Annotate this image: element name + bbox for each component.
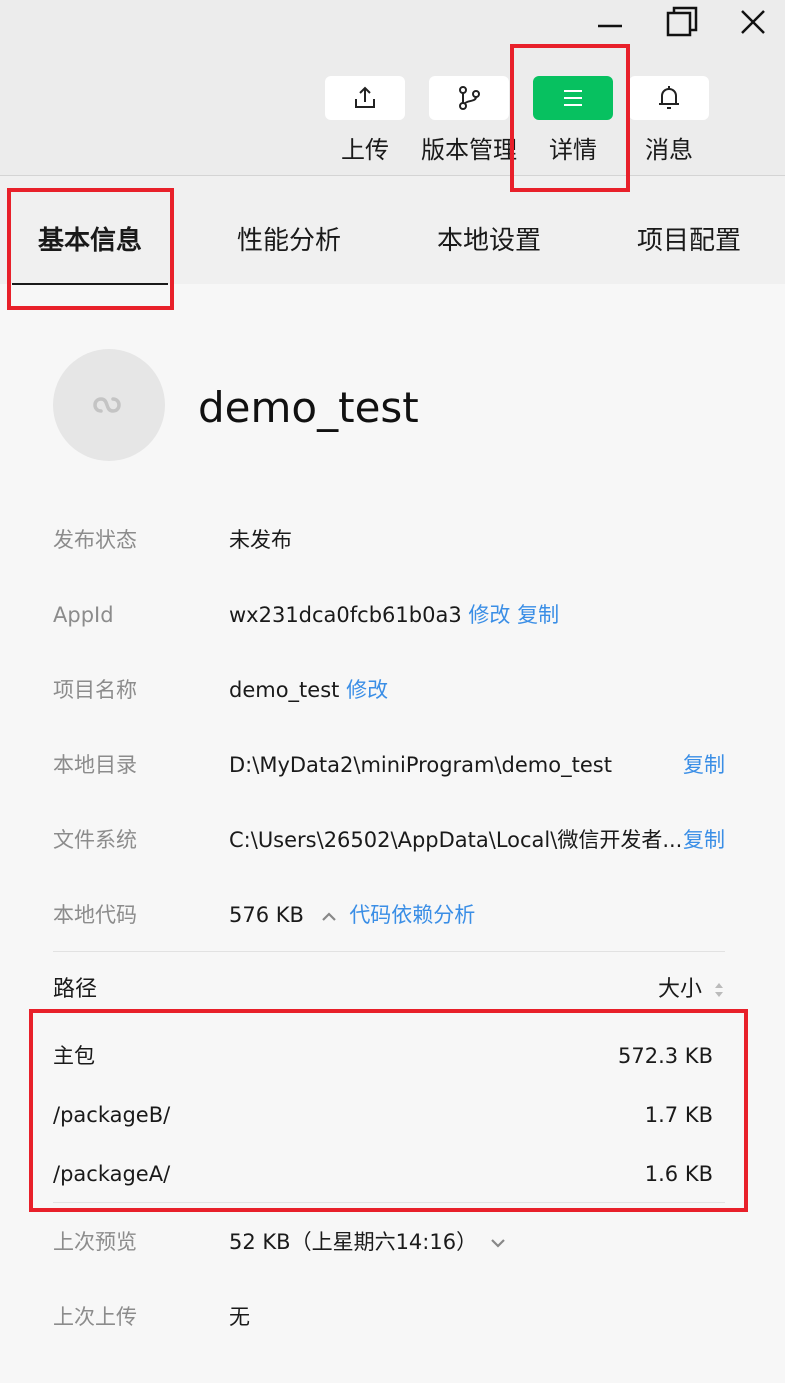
version-button[interactable]: [429, 76, 509, 120]
local-code-key: 本地代码: [53, 903, 137, 927]
appid-row: AppId wx231dca0fcb61b0a3 修改 复制: [53, 595, 725, 635]
package-size: 572.3 KB: [618, 1044, 713, 1068]
close-icon: [741, 10, 765, 34]
messages-label: 消息: [645, 136, 693, 164]
appid-edit-link[interactable]: 修改: [468, 603, 510, 627]
table-row: 主包 572.3 KB: [53, 1036, 713, 1076]
status-row: 发布状态 未发布: [53, 520, 725, 560]
size-column-header[interactable]: 大小: [658, 970, 725, 1010]
details-tool[interactable]: 详情: [533, 76, 613, 164]
package-path: /packageA/: [53, 1162, 171, 1186]
local-dir-key: 本地目录: [53, 753, 137, 777]
filesystem-key: 文件系统: [53, 828, 137, 852]
last-upload-value: 无: [229, 1305, 250, 1329]
close-button[interactable]: [731, 2, 775, 42]
detail-tabs: 基本信息 性能分析 本地设置 项目配置: [0, 176, 785, 284]
tab-basic-info[interactable]: 基本信息: [38, 220, 142, 257]
local-code-row: 本地代码 576 KB 代码依赖分析: [53, 895, 725, 935]
restore-button[interactable]: [660, 2, 704, 42]
project-name-edit-link[interactable]: 修改: [346, 678, 388, 702]
upload-button[interactable]: [325, 76, 405, 120]
project-name-value: demo_test: [229, 678, 340, 702]
tab-performance[interactable]: 性能分析: [237, 220, 341, 257]
package-path: /packageB/: [53, 1103, 171, 1127]
minimize-button[interactable]: [588, 2, 632, 42]
restore-icon: [666, 6, 698, 37]
filesystem-row: 文件系统 C:\Users\26502\AppData\Local\微信开发者.…: [53, 820, 725, 860]
upload-tool[interactable]: 上传: [325, 76, 405, 164]
filesystem-copy-link[interactable]: 复制: [683, 820, 725, 860]
appid-value: wx231dca0fcb61b0a3: [229, 603, 462, 627]
details-button[interactable]: [533, 76, 613, 120]
local-code-size: 576 KB: [229, 903, 304, 927]
appid-value-group: wx231dca0fcb61b0a3 修改 复制: [229, 595, 559, 635]
miniprogram-logo-icon: [93, 397, 121, 413]
code-dependency-analysis-link[interactable]: 代码依赖分析: [349, 903, 475, 927]
project-name-value-group: demo_test 修改: [229, 670, 388, 710]
last-preview-row: 上次预览 52 KB（上星期六14:16）: [53, 1222, 725, 1262]
avatar: [53, 349, 165, 461]
local-dir-copy-link[interactable]: 复制: [683, 745, 725, 785]
chevron-down-icon[interactable]: [490, 1237, 506, 1249]
branch-icon: [459, 86, 480, 110]
active-tab-indicator: [12, 283, 168, 285]
package-path: 主包: [53, 1044, 95, 1068]
project-name: demo_test: [198, 383, 419, 432]
project-name-row: 项目名称 demo_test 修改: [53, 670, 725, 710]
status-key: 发布状态: [53, 528, 137, 552]
package-size: 1.6 KB: [644, 1162, 713, 1186]
version-tool[interactable]: 版本管理: [421, 76, 517, 164]
chevron-up-icon[interactable]: [321, 910, 337, 922]
table-row: /packageA/ 1.6 KB: [53, 1154, 713, 1194]
divider: [53, 1202, 725, 1203]
filesystem-link[interactable]: C:\Users\26502\AppData\Local\微信开发者...: [229, 820, 682, 860]
upload-icon: [355, 86, 375, 108]
last-upload-key: 上次上传: [53, 1305, 137, 1329]
top-toolbar: 上传 版本管理 详情 消息: [0, 0, 785, 176]
appid-key: AppId: [53, 603, 114, 627]
last-preview-key: 上次预览: [53, 1230, 137, 1254]
path-column-header: 路径: [53, 977, 98, 1002]
tab-local-settings[interactable]: 本地设置: [437, 220, 541, 257]
local-dir-row: 本地目录 D:\MyData2\miniProgram\demo_test 复制: [53, 745, 725, 785]
status-value: 未发布: [229, 528, 292, 552]
bell-icon: [659, 86, 679, 109]
project-name-key: 项目名称: [53, 678, 137, 702]
local-dir-link[interactable]: D:\MyData2\miniProgram\demo_test: [229, 745, 612, 785]
last-upload-row: 上次上传 无: [53, 1297, 725, 1337]
messages-tool[interactable]: 消息: [629, 76, 709, 164]
upload-label: 上传: [341, 136, 389, 164]
local-code-value-group: 576 KB 代码依赖分析: [229, 895, 475, 935]
divider: [53, 951, 725, 952]
package-size: 1.7 KB: [644, 1103, 713, 1127]
version-label: 版本管理: [421, 136, 517, 164]
menu-icon: [564, 90, 582, 106]
messages-button[interactable]: [629, 76, 709, 120]
tab-project-config[interactable]: 项目配置: [637, 220, 741, 257]
table-row: /packageB/ 1.7 KB: [53, 1095, 713, 1135]
appid-copy-link[interactable]: 复制: [517, 603, 559, 627]
sort-icon: [715, 983, 723, 997]
last-preview-value: 52 KB（上星期六14:16）: [229, 1230, 478, 1254]
last-preview-value-group: 52 KB（上星期六14:16）: [229, 1222, 506, 1262]
minimize-icon: [598, 24, 622, 28]
size-column-label: 大小: [657, 977, 702, 1002]
package-table-header: 路径 大小: [53, 970, 725, 1010]
